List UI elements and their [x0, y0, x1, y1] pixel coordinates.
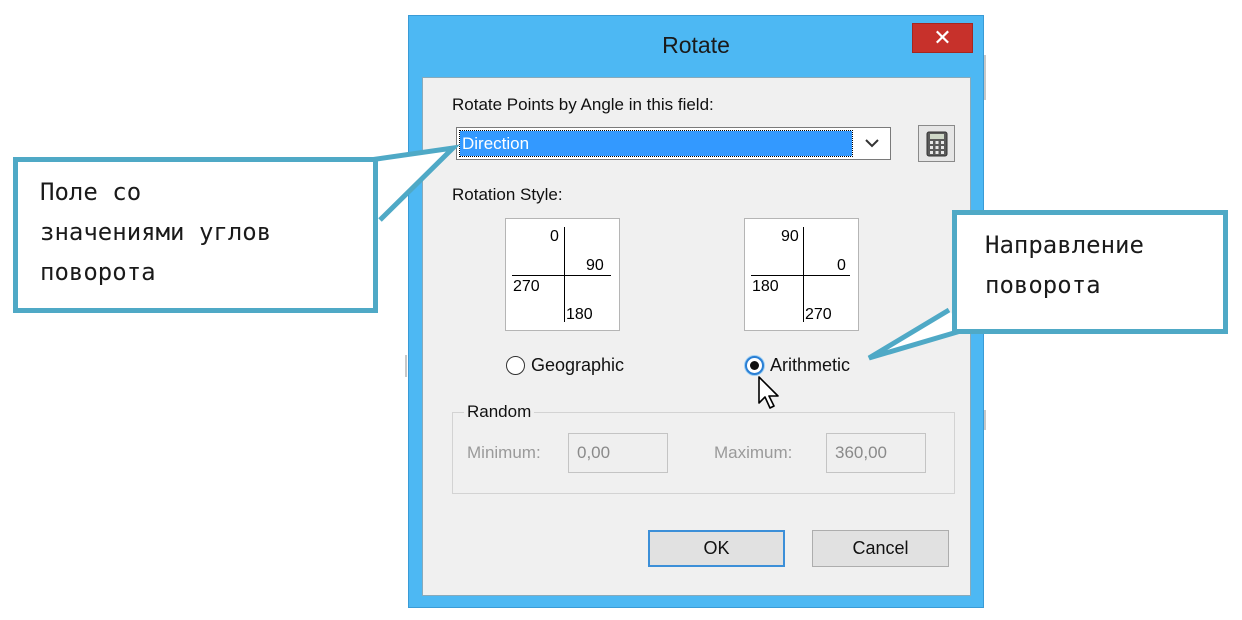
chevron-down-icon[interactable]	[858, 132, 886, 155]
calculator-icon	[926, 131, 947, 156]
field-label: Rotate Points by Angle in this field:	[452, 95, 714, 114]
minimum-label: Minimum:	[467, 443, 541, 462]
callout-left-line2: значениями углов	[40, 218, 272, 246]
diagram-axis-horizontal	[512, 275, 611, 276]
diagram-label-right: 90	[586, 257, 604, 274]
arithmetic-label: Arithmetic	[770, 355, 851, 375]
diagram-axis-horizontal	[751, 275, 850, 276]
diagram-label-bottom: 180	[566, 306, 593, 323]
minimum-input[interactable]: 0,00	[568, 433, 668, 473]
arithmetic-diagram: 90 0 180 270	[744, 218, 859, 331]
mouse-pointer-icon	[758, 376, 779, 409]
callout-right-line2: поворота	[985, 271, 1101, 299]
callout-left-line1: Поле со	[40, 178, 142, 206]
rotation-style-label: Rotation Style:	[452, 185, 563, 204]
arithmetic-radio[interactable]	[745, 356, 764, 375]
background-divider	[984, 55, 986, 100]
geographic-radio[interactable]	[506, 356, 525, 375]
diagram-label-top: 0	[550, 228, 559, 245]
ok-button[interactable]: OK	[648, 530, 785, 567]
angle-field-dropdown[interactable]: Direction	[456, 127, 891, 160]
calculator-button[interactable]	[918, 125, 955, 162]
callout-right: Направление поворота	[952, 210, 1228, 334]
geographic-diagram: 0 90 270 180	[505, 218, 620, 331]
close-icon[interactable]: ✕	[912, 23, 973, 53]
background-divider	[405, 355, 407, 377]
diagram-label-left: 180	[752, 278, 779, 295]
geographic-label: Geographic	[531, 355, 625, 375]
callout-right-line1: Направление	[985, 231, 1144, 259]
angle-field-value: Direction	[459, 130, 853, 157]
arithmetic-radio-option[interactable]: Arithmetic	[745, 355, 850, 376]
maximum-label: Maximum:	[714, 443, 793, 462]
cancel-button[interactable]: Cancel	[812, 530, 949, 567]
diagram-label-right: 0	[837, 257, 846, 274]
diagram-axis-vertical	[564, 227, 565, 322]
diagram-label-bottom: 270	[805, 306, 832, 323]
geographic-radio-option[interactable]: Geographic	[506, 355, 624, 376]
callout-left-line3: поворота	[40, 258, 156, 286]
diagram-label-top: 90	[781, 228, 799, 245]
diagram-axis-vertical	[803, 227, 804, 322]
callout-left: Поле со значениями углов поворота	[13, 157, 378, 313]
random-group-title: Random	[464, 402, 535, 422]
maximum-input[interactable]: 360,00	[826, 433, 926, 473]
diagram-label-left: 270	[513, 278, 540, 295]
background-divider	[984, 410, 986, 430]
dialog-title: Rotate	[662, 32, 730, 58]
